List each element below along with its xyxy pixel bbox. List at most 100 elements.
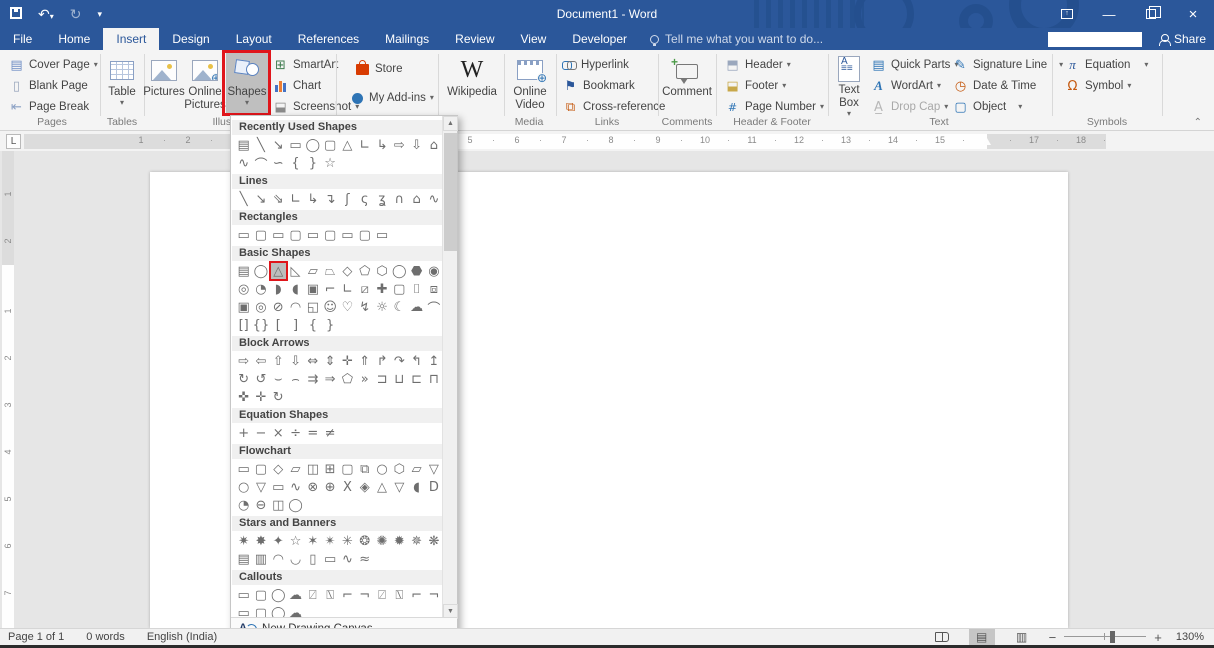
shape-cell[interactable]: ◠ (287, 298, 304, 316)
shape-cell[interactable]: ◇ (339, 262, 356, 280)
pictures-button[interactable]: Pictures (145, 53, 183, 116)
shape-cell[interactable]: ∿ (235, 154, 252, 172)
shape-cell[interactable]: ↻ (270, 388, 287, 406)
bookmark-button[interactable]: ⚑ Bookmark (562, 76, 635, 96)
shape-cell[interactable]: ς (356, 190, 373, 208)
shape-cell[interactable]: ✷ (235, 532, 252, 550)
shape-cell[interactable]: ↥ (425, 352, 442, 370)
customize-qat-icon[interactable]: ▾ (97, 9, 102, 20)
shape-cell[interactable]: { (287, 154, 304, 172)
shape-cell[interactable]: ⌒ (425, 298, 442, 316)
shape-cell[interactable]: ⍁ (373, 586, 390, 604)
shape-cell[interactable]: ✶ (304, 532, 321, 550)
shape-cell[interactable]: ⇕ (321, 352, 338, 370)
shape-cell[interactable]: ⊔ (391, 370, 408, 388)
close-icon[interactable]: × (1172, 0, 1214, 28)
collapse-ribbon-icon[interactable]: ⌃ (1194, 117, 1202, 128)
shape-cell[interactable]: ▢ (321, 226, 338, 244)
shape-cell[interactable]: ▢ (252, 586, 269, 604)
tab-layout[interactable]: Layout (223, 28, 285, 50)
shape-cell[interactable]: ▤ (235, 136, 252, 154)
header-button[interactable]: ⬒ Header▾ (724, 55, 791, 75)
shape-cell[interactable]: ☾ (391, 298, 408, 316)
shape-cell[interactable]: ⇒ (321, 370, 338, 388)
shape-cell[interactable]: ☼ (373, 298, 390, 316)
shape-cell[interactable]: ▣ (235, 298, 252, 316)
shape-cell[interactable]: ▢ (391, 280, 408, 298)
shape-cell[interactable]: ⌒ (252, 154, 269, 172)
shape-cell[interactable]: D (425, 478, 442, 496)
shape-cell[interactable]: ¬ (425, 586, 442, 604)
shape-cell[interactable]: ▯ (304, 550, 321, 568)
shape-cell[interactable]: ⌢ (287, 370, 304, 388)
shape-cell[interactable]: ◉ (425, 262, 442, 280)
shape-cell[interactable]: ⇉ (304, 370, 321, 388)
shape-cell[interactable]: ◈ (356, 478, 373, 496)
shape-cell[interactable]: ⧈ (425, 280, 442, 298)
signature-line-button[interactable]: ✎ Signature Line▾ (952, 55, 1063, 75)
shape-cell[interactable]: ❂ (356, 532, 373, 550)
shape-cell[interactable]: ▤ (235, 262, 252, 280)
shape-cell[interactable]: ʓ (373, 190, 390, 208)
shape-cell[interactable]: ⊖ (252, 496, 269, 514)
shape-cell[interactable]: ○ (373, 460, 390, 478)
shape-cell[interactable]: ¬ (356, 586, 373, 604)
shape-cell[interactable]: ⊏ (408, 370, 425, 388)
shape-cell[interactable]: ▣ (304, 280, 321, 298)
restore-icon[interactable] (1130, 0, 1172, 28)
shape-cell[interactable]: ▭ (373, 226, 390, 244)
shape-cell[interactable]: ⏢ (321, 262, 338, 280)
scroll-up-icon[interactable]: ▲ (443, 116, 458, 131)
shape-cell[interactable]: ✺ (373, 532, 390, 550)
shape-cell[interactable]: ⌂ (425, 136, 442, 154)
page-break-button[interactable]: ⇤ Page Break (8, 97, 89, 117)
shape-cell[interactable]: ⊐ (373, 370, 390, 388)
shape-cell[interactable]: ☆ (287, 532, 304, 550)
undo-icon[interactable]: ↶▾ (38, 6, 54, 23)
shape-cell[interactable]: ◖ (408, 478, 425, 496)
shape-cell[interactable]: ▽ (425, 460, 442, 478)
blank-page-button[interactable]: ▯ Blank Page (8, 76, 88, 96)
shapes-button[interactable]: Shapes▾ (226, 53, 268, 116)
shape-cell[interactable]: △ (339, 136, 356, 154)
word-count[interactable]: 0 words (86, 631, 125, 643)
text-box-button[interactable]: A≡≡ Text Box▾ (832, 53, 866, 116)
shape-cell[interactable]: ↺ (252, 370, 269, 388)
shape-cell[interactable]: { (304, 316, 321, 334)
shape-cell[interactable]: ⧄ (356, 280, 373, 298)
shape-cell[interactable]: ○ (235, 478, 252, 496)
shape-cell[interactable]: ▢ (252, 226, 269, 244)
shape-cell[interactable]: ↱ (373, 352, 390, 370)
shape-cell[interactable]: ◔ (252, 280, 269, 298)
shape-cell[interactable]: ÷ (287, 424, 304, 442)
shape-cell[interactable]: ▢ (356, 226, 373, 244)
shape-cell[interactable]: ✳ (339, 532, 356, 550)
tab-view[interactable]: View (508, 28, 560, 50)
shape-cell[interactable]: ▥ (252, 550, 269, 568)
object-button[interactable]: ▢ Object▾ (952, 97, 1022, 117)
shape-cell[interactable]: ⌣ (270, 370, 287, 388)
page-count[interactable]: Page 1 of 1 (8, 631, 64, 643)
shape-cell[interactable]: − (252, 424, 269, 442)
shape-cell[interactable]: ☁ (408, 298, 425, 316)
shape-cell[interactable]: ▭ (235, 460, 252, 478)
shape-cell[interactable]: ◗ (270, 280, 287, 298)
share-button[interactable]: Share (1159, 28, 1206, 50)
shape-cell[interactable]: ↘ (270, 136, 287, 154)
table-button[interactable]: Table▾ (101, 53, 143, 116)
shape-cell[interactable]: ⇔ (304, 352, 321, 370)
tab-home[interactable]: Home (45, 28, 103, 50)
shape-cell[interactable]: } (304, 154, 321, 172)
shape-cell[interactable]: ◯ (304, 136, 321, 154)
shape-cell[interactable]: ∿ (425, 190, 442, 208)
shape-cell[interactable]: ⬡ (373, 262, 390, 280)
shape-cell[interactable]: ◠ (270, 550, 287, 568)
vertical-ruler[interactable]: 211234567 (2, 151, 14, 628)
shape-cell[interactable]: » (356, 370, 373, 388)
shape-cell[interactable]: ↳ (304, 190, 321, 208)
minimize-icon[interactable]: — (1088, 0, 1130, 28)
shape-cell[interactable]: ⊞ (321, 460, 338, 478)
shape-cell[interactable]: [] (235, 316, 252, 334)
shape-cell[interactable]: X (339, 478, 356, 496)
shape-cell[interactable]: ◫ (304, 460, 321, 478)
